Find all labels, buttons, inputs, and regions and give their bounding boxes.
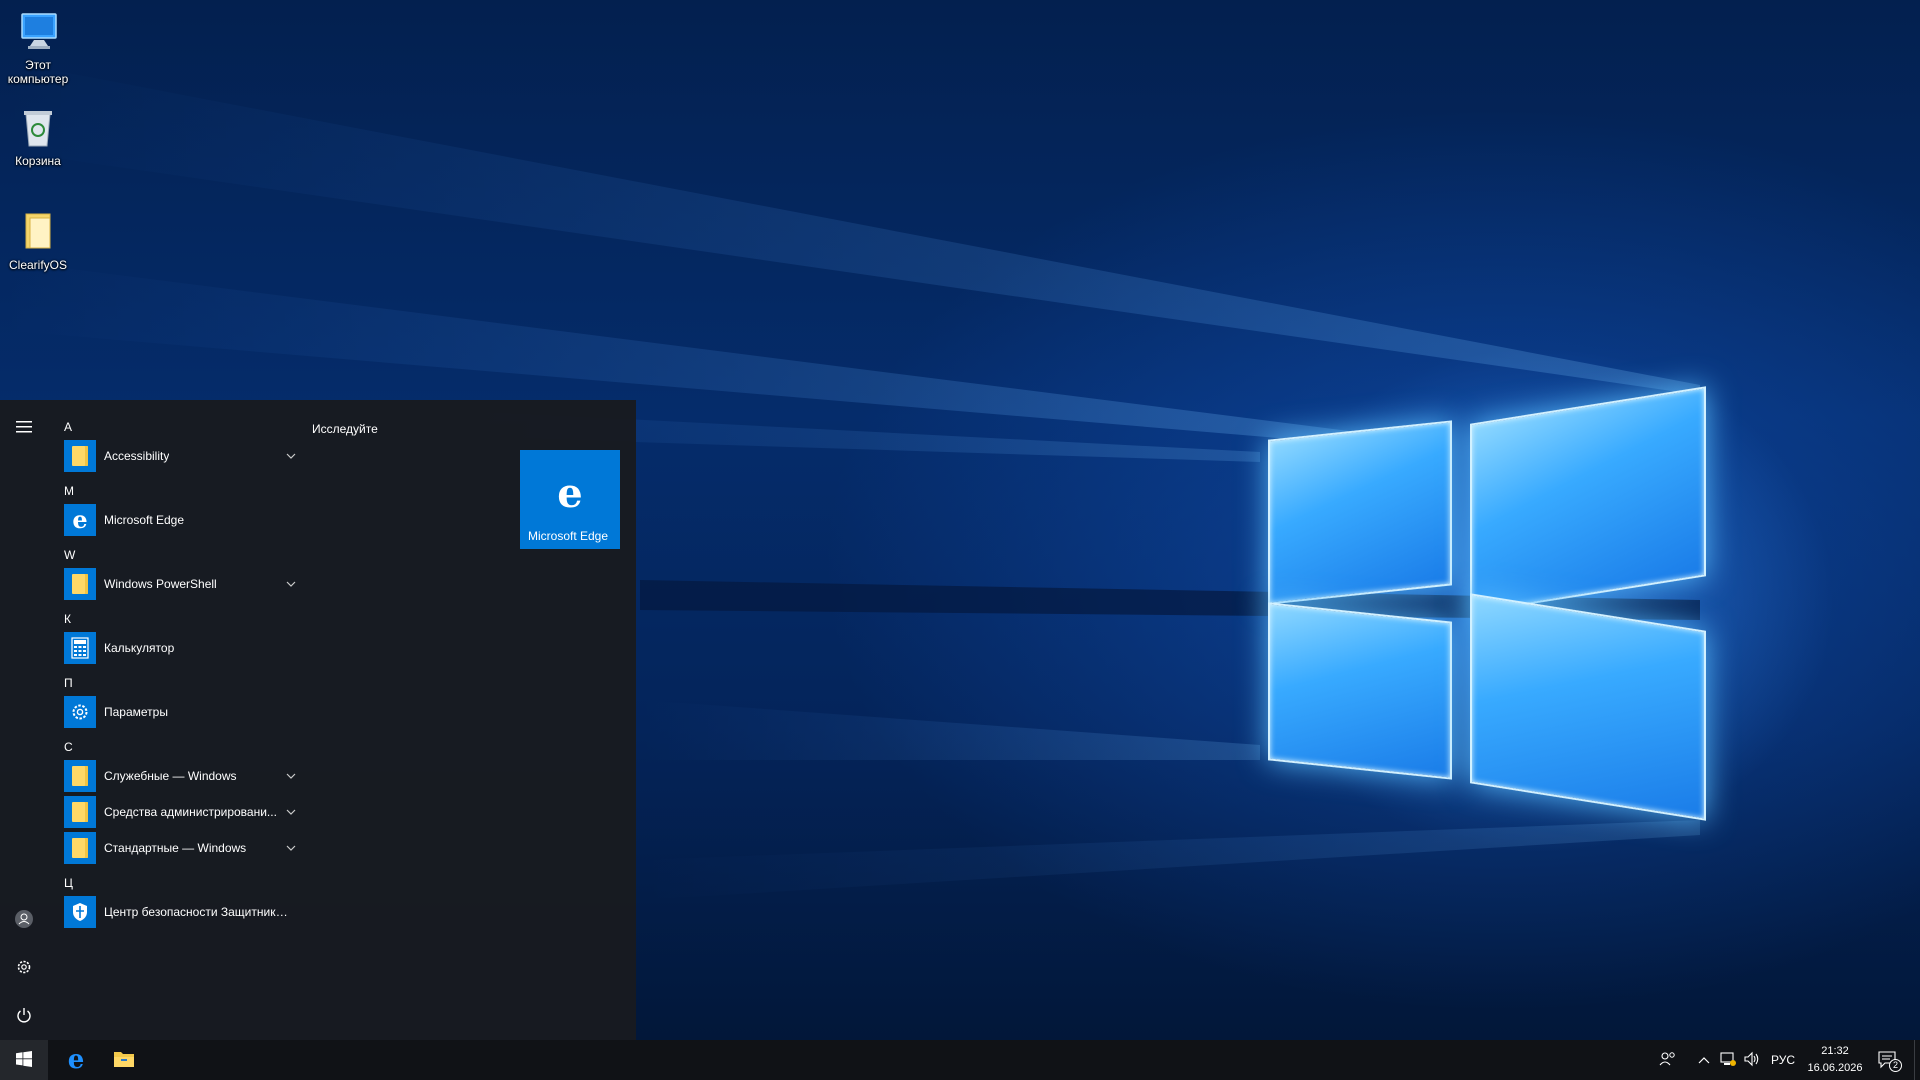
- tile-microsoft-edge[interactable]: e Microsoft Edge: [520, 450, 620, 549]
- app-item-calculator[interactable]: Калькулятор: [48, 630, 298, 666]
- start-menu: A Accessibility M e Microsoft Edge W Win…: [0, 400, 636, 1040]
- notification-count-badge: 2: [1889, 1059, 1902, 1072]
- taskbar: e РУС 21:32 16.06.2026 2: [0, 1040, 1920, 1080]
- app-item-accessibility[interactable]: Accessibility: [48, 438, 298, 474]
- input-language-button[interactable]: РУС: [1766, 1040, 1800, 1080]
- chevron-down-icon: [286, 773, 296, 779]
- app-label: Стандартные — Windows: [104, 841, 247, 855]
- calculator-icon: [64, 632, 96, 664]
- chevron-down-icon: [286, 453, 296, 459]
- people-button[interactable]: [1652, 1040, 1684, 1080]
- user-icon: [14, 909, 34, 932]
- app-item-accessories[interactable]: Стандартные — Windows: [48, 830, 298, 866]
- desktop-icon-label: ClearifyOS: [8, 258, 67, 272]
- wallpaper-logo-pane: [1470, 593, 1706, 821]
- computer-icon: [16, 10, 60, 54]
- wallpaper-logo-pane: [1268, 420, 1452, 605]
- group-letter[interactable]: П: [48, 666, 298, 694]
- app-item-defender-security-center[interactable]: Центр безопасности Защитника...: [48, 894, 298, 930]
- gear-icon: [64, 696, 96, 728]
- app-list: A Accessibility M e Microsoft Edge W Win…: [48, 410, 298, 930]
- folder-icon: [64, 796, 96, 828]
- desktop-icon-clearifyos[interactable]: ClearifyOS: [0, 210, 76, 272]
- folder-icon: [64, 760, 96, 792]
- tile-label: Microsoft Edge: [528, 529, 609, 543]
- app-item-system-tools[interactable]: Служебные — Windows: [48, 758, 298, 794]
- wallpaper-logo-pane: [1470, 386, 1706, 614]
- app-item-settings[interactable]: Параметры: [48, 694, 298, 730]
- edge-icon: e: [64, 504, 96, 536]
- power-button[interactable]: [0, 992, 48, 1040]
- desktop-icon-label: Корзина: [15, 154, 61, 168]
- notification-icon: 2: [1878, 1051, 1902, 1072]
- chevron-down-icon: [286, 581, 296, 587]
- taskbar-file-explorer-button[interactable]: [100, 1040, 148, 1080]
- chevron-down-icon: [286, 809, 296, 815]
- group-letter[interactable]: С: [48, 730, 298, 758]
- windows-logo-icon: [16, 1050, 32, 1070]
- folder-icon: [64, 832, 96, 864]
- show-desktop-button[interactable]: [1914, 1040, 1920, 1080]
- hamburger-icon: [16, 420, 32, 436]
- people-icon: [1659, 1051, 1677, 1070]
- volume-button[interactable]: [1740, 1040, 1764, 1080]
- app-item-windows-powershell[interactable]: Windows PowerShell: [48, 566, 298, 602]
- chevron-down-icon: [286, 845, 296, 851]
- edge-icon: e: [67, 1045, 85, 1075]
- start-rail: [0, 400, 48, 1040]
- app-label: Microsoft Edge: [104, 513, 185, 527]
- volume-icon: [1743, 1051, 1761, 1070]
- clock-time: 21:32: [1821, 1045, 1849, 1057]
- hamburger-button[interactable]: [0, 404, 48, 452]
- group-letter[interactable]: К: [48, 602, 298, 630]
- clock-button[interactable]: 21:32 16.06.2026: [1804, 1043, 1866, 1077]
- desktop-icon-label: Этот компьютер: [7, 58, 69, 86]
- app-label: Windows PowerShell: [104, 577, 217, 591]
- app-label: Средства администрировани...: [104, 805, 277, 819]
- app-label: Калькулятор: [104, 641, 175, 655]
- network-button[interactable]: [1716, 1040, 1740, 1080]
- app-item-microsoft-edge[interactable]: e Microsoft Edge: [48, 502, 298, 538]
- gear-icon: [15, 958, 33, 979]
- app-label: Параметры: [104, 705, 168, 719]
- recycle-bin-icon: [16, 106, 60, 150]
- group-letter[interactable]: W: [48, 538, 298, 566]
- wallpaper-logo-pane: [1268, 602, 1452, 780]
- tiles-group-header[interactable]: Исследуйте: [312, 422, 378, 436]
- network-icon: [1719, 1051, 1737, 1070]
- app-label: Служебные — Windows: [104, 769, 237, 783]
- folder-icon: [64, 440, 96, 472]
- edge-icon: e: [557, 470, 583, 517]
- settings-button[interactable]: [0, 944, 48, 992]
- chevron-up-icon: [1698, 1053, 1710, 1067]
- app-label: Центр безопасности Защитника...: [104, 905, 290, 919]
- taskbar-edge-button[interactable]: e: [52, 1040, 100, 1080]
- folder-icon: [16, 210, 60, 254]
- desktop-icon-this-pc[interactable]: Этот компьютер: [0, 10, 76, 86]
- group-letter[interactable]: M: [48, 474, 298, 502]
- power-icon: [16, 1007, 32, 1026]
- action-center-button[interactable]: 2: [1868, 1040, 1908, 1080]
- start-button[interactable]: [0, 1040, 48, 1080]
- shield-icon: [64, 896, 96, 928]
- group-letter[interactable]: Ц: [48, 866, 298, 894]
- user-account-button[interactable]: [0, 896, 48, 944]
- desktop-icon-recycle-bin[interactable]: Корзина: [0, 106, 76, 168]
- app-label: Accessibility: [104, 449, 170, 463]
- folder-icon: [64, 568, 96, 600]
- app-item-admin-tools[interactable]: Средства администрировани...: [48, 794, 298, 830]
- show-hidden-icons-button[interactable]: [1692, 1040, 1716, 1080]
- clock-date: 16.06.2026: [1807, 1062, 1863, 1074]
- file-explorer-icon: [113, 1050, 135, 1071]
- group-letter[interactable]: A: [48, 410, 298, 438]
